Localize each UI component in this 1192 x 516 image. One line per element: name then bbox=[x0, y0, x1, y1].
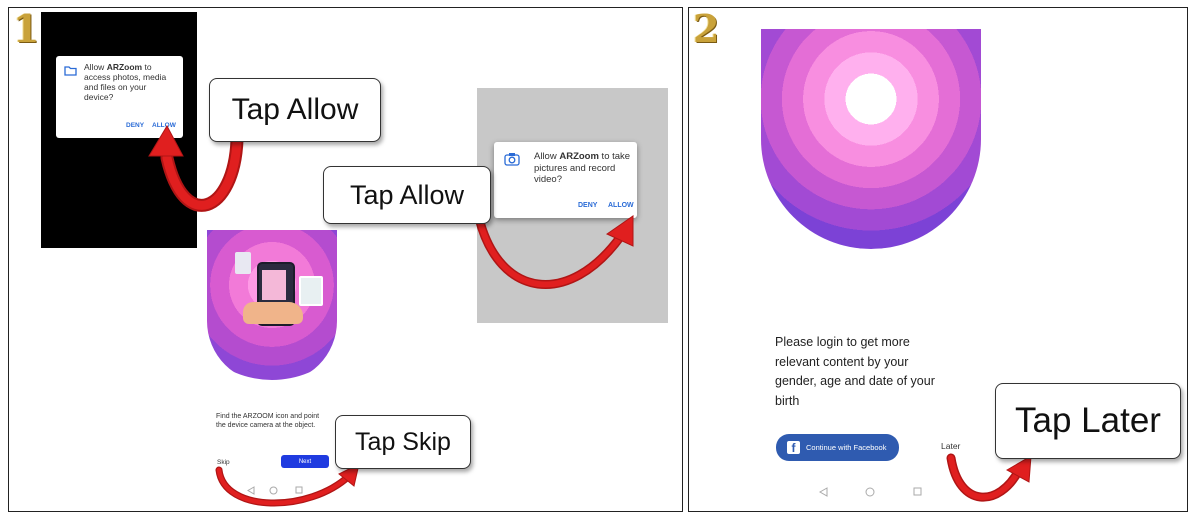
next-button[interactable]: Next bbox=[281, 455, 329, 468]
login-message: Please login to get more relevant conten… bbox=[775, 335, 935, 408]
photo-card-left bbox=[235, 252, 251, 274]
panel-step-1: 1 Allow ARZoom to access photos, media a… bbox=[8, 7, 683, 512]
phone-screen-camera: Allow ARZoom to take pictures and record… bbox=[477, 88, 668, 323]
facebook-button-label: Continue with Facebook bbox=[806, 443, 887, 452]
back-nav-icon[interactable] bbox=[819, 487, 828, 497]
callout-tap-later: Tap Later bbox=[995, 383, 1181, 459]
camera-dialog-message: Allow ARZoom to take pictures and record… bbox=[534, 151, 631, 185]
login-illustration bbox=[761, 29, 981, 249]
phone-screen-storage: Allow ARZoom to access photos, media and… bbox=[41, 12, 197, 248]
step-number-1: 1 bbox=[13, 7, 40, 51]
folder-icon bbox=[64, 66, 77, 76]
recents-nav-icon[interactable] bbox=[295, 486, 303, 494]
phone-illustration-screen bbox=[262, 270, 286, 300]
callout-tap-allow-camera: Tap Allow bbox=[323, 166, 491, 224]
storage-allow-button[interactable]: ALLOW bbox=[152, 122, 176, 129]
home-nav-icon[interactable] bbox=[269, 486, 278, 495]
camera-permission-dialog: Allow ARZoom to take pictures and record… bbox=[494, 142, 637, 218]
camera-deny-button[interactable]: DENY bbox=[578, 202, 597, 209]
back-nav-icon[interactable] bbox=[247, 486, 255, 495]
home-nav-icon[interactable] bbox=[865, 487, 875, 497]
callout-tap-skip: Tap Skip bbox=[335, 415, 471, 469]
skip-button[interactable]: Skip bbox=[217, 459, 230, 466]
hand-illustration bbox=[243, 302, 303, 324]
continue-with-facebook-button[interactable]: f Continue with Facebook bbox=[776, 434, 899, 461]
facebook-icon: f bbox=[787, 441, 800, 455]
camera-icon bbox=[504, 153, 520, 166]
recents-nav-icon[interactable] bbox=[913, 487, 922, 496]
later-button[interactable]: Later bbox=[941, 441, 960, 451]
panel-step-2: 2 Please login to get more relevant cont… bbox=[688, 7, 1188, 512]
photo-card-right bbox=[299, 276, 323, 306]
storage-deny-button[interactable]: DENY bbox=[126, 122, 144, 129]
onboarding-illustration bbox=[207, 230, 337, 383]
step-number-2: 2 bbox=[693, 7, 720, 51]
onboarding-instructions: Find the ARZOOM icon and point the devic… bbox=[216, 413, 320, 429]
camera-allow-button[interactable]: ALLOW bbox=[608, 202, 634, 209]
storage-dialog-message: Allow ARZoom to access photos, media and… bbox=[84, 62, 167, 102]
callout-tap-allow-storage: Tap Allow bbox=[209, 78, 381, 142]
storage-permission-dialog: Allow ARZoom to access photos, media and… bbox=[56, 56, 183, 138]
